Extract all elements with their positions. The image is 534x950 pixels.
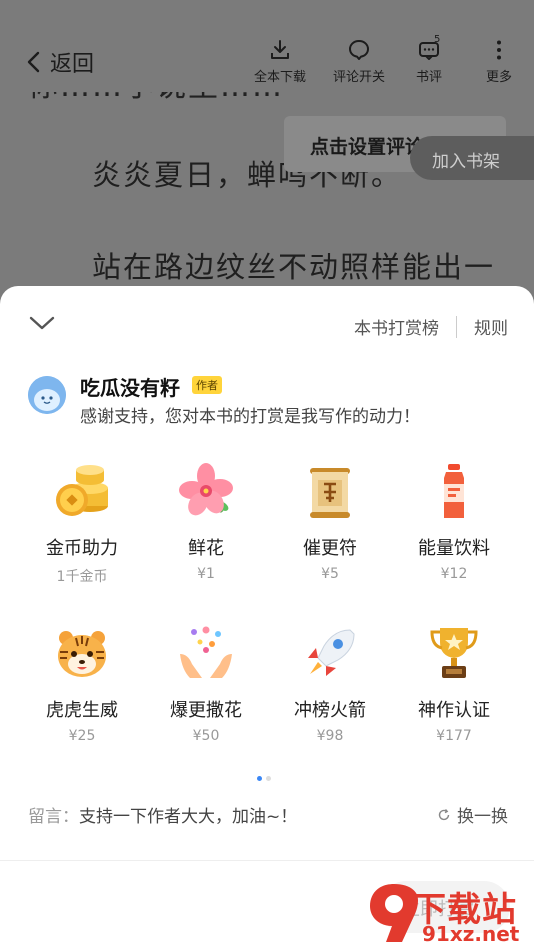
site-watermark: 下载站 91xz.net <box>364 880 534 948</box>
rules-link[interactable]: 规则 <box>474 314 508 339</box>
download-icon <box>271 40 289 59</box>
comment-toggle-label: 评论开关 <box>332 70 385 85</box>
swap-label: 换一换 <box>457 807 508 827</box>
chevron-down-icon[interactable] <box>28 314 56 332</box>
gift-price: ¥25 <box>68 728 96 744</box>
more-button[interactable]: 更多 <box>464 38 534 85</box>
trophy-icon <box>430 628 478 678</box>
gift-tiger[interactable]: 虎虎生威 ¥25 <box>20 624 144 770</box>
download-all-button[interactable]: 全本下载 <box>245 38 315 85</box>
gift-name: 鲜花 <box>188 538 224 559</box>
urge-scroll-icon <box>310 468 350 518</box>
swap-message-button[interactable]: 换一换 <box>437 802 508 827</box>
review-count-badge: 5 <box>434 34 441 45</box>
rocket-icon <box>308 629 355 676</box>
gift-name: 神作认证 <box>418 700 490 721</box>
gift-confetti-hands[interactable]: 爆更撒花 ¥50 <box>144 624 268 770</box>
gift-price: 1千金币 <box>56 569 108 585</box>
watermark-url: 91xz.net <box>422 922 520 946</box>
book-review-button[interactable]: 5 书评 <box>394 34 464 85</box>
author-badge: 作者 <box>192 376 222 394</box>
gift-flower[interactable]: 鲜花 ¥1 <box>144 462 268 608</box>
message-prefix: 留言： <box>28 807 79 827</box>
add-to-shelf-button[interactable]: 加入书架 <box>410 136 534 180</box>
gift-urge-scroll[interactable]: 催更符 ¥5 <box>268 462 392 608</box>
gift-price: ¥50 <box>192 728 220 744</box>
more-icon <box>497 40 501 60</box>
page-indicator <box>257 776 271 781</box>
flower-icon <box>179 463 233 516</box>
gift-gold-coins[interactable]: 金币助力 1千金币 <box>20 462 144 608</box>
gift-name: 金币助力 <box>46 538 118 559</box>
refresh-icon <box>438 808 450 820</box>
gift-name: 能量饮料 <box>418 538 490 559</box>
gift-price: ¥5 <box>321 566 339 582</box>
gift-price: ¥12 <box>440 566 468 582</box>
divider <box>456 315 457 338</box>
gift-price: ¥1 <box>197 566 215 582</box>
more-label: 更多 <box>485 70 512 85</box>
gift-name: 虎虎生威 <box>46 700 118 721</box>
reader-toolbar: 返回 全本下载 评论开关 5 书评 更多 <box>0 0 534 92</box>
sheet-divider <box>0 860 534 861</box>
page-dot <box>266 776 271 781</box>
energy-drink-icon <box>444 464 464 518</box>
author-info: 吃瓜没有籽 作者 感谢支持，您对本书的打赏是我写作的动力！ <box>28 372 508 432</box>
comment-toggle-button[interactable]: 评论开关 <box>324 38 394 85</box>
gift-name: 冲榜火箭 <box>294 700 366 721</box>
tiger-icon <box>58 631 106 677</box>
book-review-label: 书评 <box>415 70 442 85</box>
confetti-hands-icon <box>180 626 232 678</box>
avatar-icon <box>28 376 66 414</box>
gold-coins-icon <box>56 465 108 516</box>
gift-rocket[interactable]: 冲榜火箭 ¥98 <box>268 624 392 770</box>
back-label: 返回 <box>50 52 95 77</box>
gift-name: 爆更撒花 <box>170 700 242 721</box>
download-all-label: 全本下载 <box>253 70 306 85</box>
author-message: 感谢支持，您对本书的打赏是我写作的动力！ <box>80 407 420 427</box>
chevron-left-icon <box>27 51 40 73</box>
comment-icon <box>349 40 369 60</box>
message-text: 支持一下作者大大，加油~！ <box>79 807 298 827</box>
back-button[interactable]: 返回 <box>26 46 94 78</box>
avatar[interactable] <box>28 376 66 414</box>
add-to-shelf-label: 加入书架 <box>432 152 500 172</box>
page-dot-active <box>257 776 262 781</box>
reward-ranking-link[interactable]: 本书打赏榜 <box>354 314 439 339</box>
author-name: 吃瓜没有籽 <box>80 376 180 400</box>
gift-energy-drink[interactable]: 能量饮料 ¥12 <box>392 462 516 608</box>
gift-price: ¥177 <box>436 728 472 744</box>
gift-price: ¥98 <box>316 728 344 744</box>
gift-trophy[interactable]: 神作认证 ¥177 <box>392 624 516 770</box>
reward-message[interactable]: 留言：支持一下作者大大，加油~！ <box>28 802 297 827</box>
gift-name: 催更符 <box>303 538 357 559</box>
reader-text-line: 站在路边纹丝不动照样能出一 <box>92 250 496 284</box>
reward-sheet: 本书打赏榜 规则 吃瓜没有籽 作者 感谢支持，您对本书的打赏是我写作的动力！ 金… <box>0 286 534 950</box>
sheet-header-links: 本书打赏榜 规则 <box>354 314 508 339</box>
